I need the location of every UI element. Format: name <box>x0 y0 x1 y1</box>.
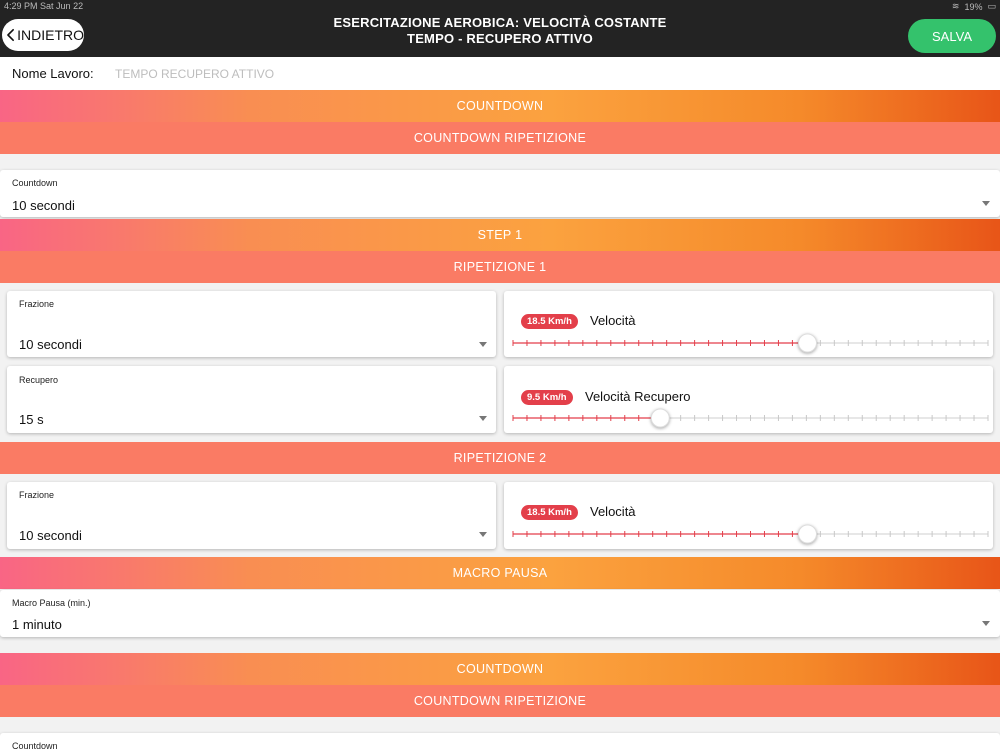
rep2-frazione-select[interactable]: Frazione 10 secondi <box>7 482 496 549</box>
countdown-2-repeat-header-label: COUNTDOWN RIPETIZIONE <box>413 694 587 708</box>
job-name-label: Nome Lavoro: <box>12 66 94 81</box>
save-button[interactable]: SALVA <box>908 19 996 53</box>
rep1-recovery-speed-badge: 9.5 Km/h <box>521 390 573 405</box>
macro-pause-select[interactable]: Macro Pausa (min.) 1 minuto <box>0 590 1000 637</box>
rep1-speed-slider-card: 18.5 Km/h Velocità <box>504 291 993 357</box>
dropdown-arrow-icon <box>479 532 487 537</box>
rep1-speed-label: Velocità <box>590 313 636 328</box>
slider-thumb[interactable] <box>798 524 817 544</box>
repetition-2-header: RIPETIZIONE 2 <box>0 442 1000 474</box>
dropdown-arrow-icon <box>982 201 990 206</box>
rep1-frazione-caption: Frazione <box>19 299 55 309</box>
dropdown-arrow-icon <box>479 416 487 421</box>
countdown-caption: Countdown <box>12 178 58 188</box>
repetition-2-header-label: RIPETIZIONE 2 <box>453 451 547 465</box>
rep2-frazione-caption: Frazione <box>19 490 55 500</box>
countdown-select[interactable]: Countdown 10 secondi <box>0 170 1000 217</box>
battery-icon: ▭ <box>987 1 996 11</box>
countdown-header-label: COUNTDOWN <box>456 99 544 113</box>
repetition-1-header-label: RIPETIZIONE 1 <box>453 260 547 274</box>
rep1-recovery-speed-slider[interactable] <box>512 408 989 429</box>
macro-pause-header: MACRO PAUSA <box>0 557 1000 589</box>
rep2-speed-slider-card: 18.5 Km/h Velocità <box>504 482 993 549</box>
macro-pause-caption: Macro Pausa (min.) <box>12 598 91 608</box>
rep1-recupero-select[interactable]: Recupero 15 s <box>7 366 496 433</box>
rep1-speed-slider[interactable] <box>512 333 989 354</box>
back-button-label: INDIETRO <box>17 27 84 43</box>
slider-thumb[interactable] <box>650 408 670 428</box>
rep1-speed-badge: 18.5 Km/h <box>521 314 578 329</box>
dropdown-arrow-icon <box>479 342 487 347</box>
countdown-2-select[interactable]: Countdown <box>0 733 1000 750</box>
battery-level: 19% <box>964 1 983 12</box>
status-indicators: ≋ 19% ▭ <box>952 1 996 12</box>
page-title-line2: TEMPO - RECUPERO ATTIVO <box>407 31 593 46</box>
countdown-2-header: COUNTDOWN <box>0 653 1000 685</box>
rep1-recupero-caption: Recupero <box>19 375 59 385</box>
macro-pause-value: 1 minuto <box>12 617 62 632</box>
page-title: ESERCITAZIONE AEROBICA: VELOCITÀ COSTANT… <box>250 15 750 47</box>
countdown-2-header-label: COUNTDOWN <box>456 662 544 676</box>
step-header: STEP 1 <box>0 219 1000 251</box>
rep1-recovery-speed-label: Velocità Recupero <box>585 389 691 404</box>
wifi-icon: ≋ <box>951 1 960 11</box>
workout-editor-screen: 4:29 PM Sat Jun 22 ≋ 19% ▭ INDIETRO ESER… <box>0 0 1000 750</box>
rep1-frazione-select[interactable]: Frazione 10 secondi <box>7 291 496 357</box>
slider-thumb[interactable] <box>798 333 817 353</box>
countdown-2-repeat-header: COUNTDOWN RIPETIZIONE <box>0 685 1000 717</box>
repetition-1-header: RIPETIZIONE 1 <box>0 251 1000 283</box>
status-date: Sat Jun 22 <box>40 1 84 11</box>
rep1-recovery-speed-slider-card: 9.5 Km/h Velocità Recupero <box>504 366 993 433</box>
rep2-speed-label: Velocità <box>590 504 636 519</box>
dropdown-arrow-icon <box>982 621 990 626</box>
countdown-value: 10 secondi <box>12 198 75 213</box>
countdown-repeat-header: COUNTDOWN RIPETIZIONE <box>0 122 1000 154</box>
rep1-recupero-value: 15 s <box>19 412 44 427</box>
job-name-input[interactable] <box>115 66 515 81</box>
rep1-frazione-value: 10 secondi <box>19 337 82 352</box>
chevron-left-icon <box>7 28 14 42</box>
rep2-speed-badge: 18.5 Km/h <box>521 505 578 520</box>
macro-pause-header-label: MACRO PAUSA <box>452 566 548 580</box>
save-button-label: SALVA <box>932 28 972 44</box>
job-name-row: Nome Lavoro: <box>0 57 1000 90</box>
navigation-bar: 4:29 PM Sat Jun 22 ≋ 19% ▭ INDIETRO ESER… <box>0 0 1000 57</box>
page-title-line1: ESERCITAZIONE AEROBICA: VELOCITÀ COSTANT… <box>333 15 667 30</box>
back-button[interactable]: INDIETRO <box>2 19 84 51</box>
step-header-label: STEP 1 <box>477 228 523 242</box>
rep2-frazione-value: 10 secondi <box>19 528 82 543</box>
countdown-repeat-header-label: COUNTDOWN RIPETIZIONE <box>413 131 587 145</box>
countdown-header: COUNTDOWN <box>0 90 1000 122</box>
status-clock: 4:29 PM <box>4 1 38 11</box>
countdown-2-caption: Countdown <box>12 741 58 750</box>
status-time: 4:29 PM Sat Jun 22 <box>4 1 83 11</box>
rep2-speed-slider[interactable] <box>512 524 989 545</box>
